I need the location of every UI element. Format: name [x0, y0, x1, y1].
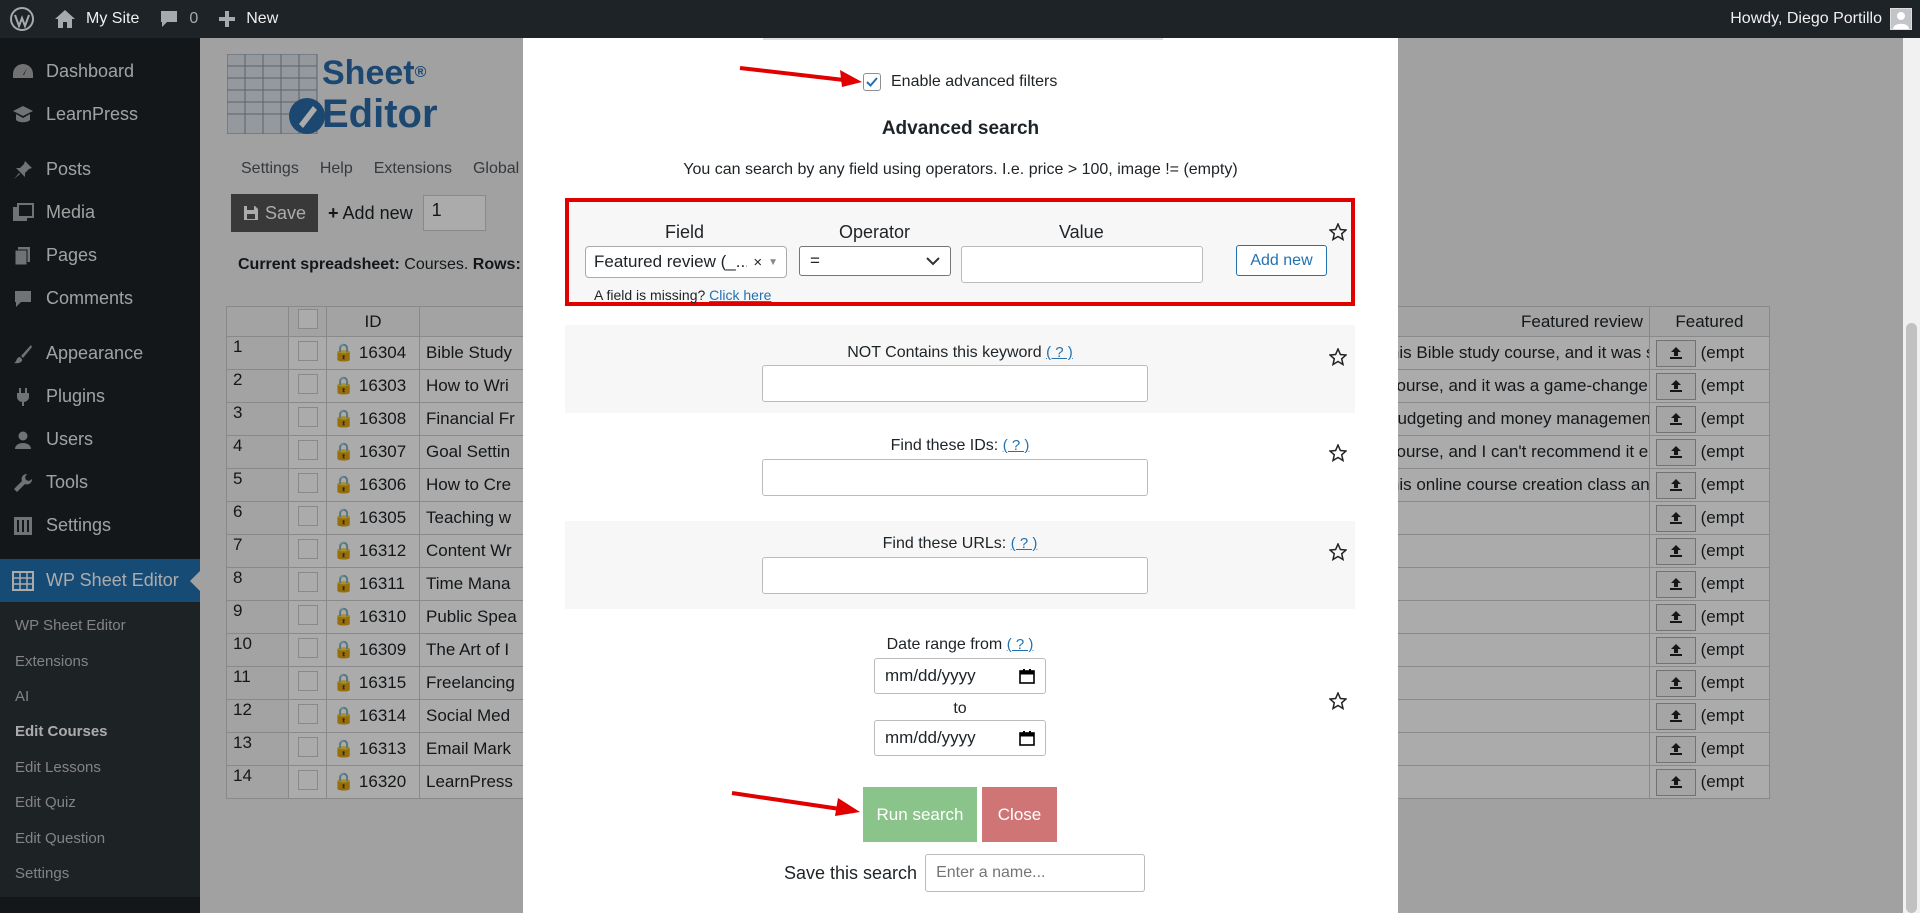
advanced-search-modal: Enable advanced filters Advanced search …	[523, 38, 1398, 913]
enable-advanced-filters-label: Enable advanced filters	[891, 73, 1058, 90]
field-operator-value-row: Field Operator Value Featured review (_.…	[565, 198, 1355, 306]
enable-advanced-filters-checkbox[interactable]	[863, 73, 881, 91]
star-icon[interactable]	[1329, 543, 1347, 561]
field-select-value: Featured review (_...	[594, 252, 748, 271]
operator-label: Operator	[839, 222, 911, 242]
help-link[interactable]: ( ? )	[1046, 344, 1073, 361]
avatar	[1890, 8, 1912, 30]
comments-link[interactable]: 0	[149, 0, 208, 38]
new-content-link[interactable]: New	[208, 0, 288, 38]
new-label: New	[246, 10, 279, 27]
find-urls-textarea[interactable]	[762, 557, 1148, 594]
modal-top-edge	[763, 38, 1163, 40]
save-search-label: Save this search	[784, 862, 918, 883]
not-contains-label: NOT Contains this keyword ( ? )	[847, 344, 1073, 361]
operator-select[interactable]: =	[799, 246, 951, 276]
field-missing-link[interactable]: Click here	[709, 287, 771, 303]
calendar-icon[interactable]	[1019, 668, 1035, 684]
star-icon[interactable]	[1329, 223, 1347, 241]
help-link[interactable]: ( ? )	[1007, 636, 1034, 653]
wordpress-logo-button[interactable]	[0, 0, 44, 38]
chevron-down-icon	[926, 257, 940, 266]
page-scrollbar[interactable]	[1903, 38, 1920, 913]
dropdown-arrow-icon: ▼	[768, 256, 778, 268]
admin-bar: My Site 0 New Howdy, Diego Portillo	[0, 0, 1920, 38]
run-search-button[interactable]: Run search	[863, 787, 977, 842]
add-new-condition-button[interactable]: Add new	[1236, 245, 1327, 276]
greeting: Howdy, Diego Portillo	[1730, 10, 1882, 27]
find-ids-panel: Find these IDs: ( ? )	[565, 430, 1355, 504]
operator-select-value: =	[810, 251, 820, 270]
help-link[interactable]: ( ? )	[1011, 535, 1038, 552]
home-icon	[55, 10, 75, 28]
help-link[interactable]: ( ? )	[1003, 437, 1030, 454]
advanced-search-description: You can search by any field using operat…	[683, 161, 1238, 178]
site-name-link[interactable]: My Site	[44, 0, 149, 38]
save-search-name-input[interactable]: Enter a name...	[925, 854, 1146, 892]
find-urls-label: Find these URLs: ( ? )	[882, 535, 1038, 552]
annotation-arrow-run-search	[731, 791, 860, 816]
not-contains-panel: NOT Contains this keyword ( ? )	[565, 325, 1355, 413]
star-icon[interactable]	[1329, 692, 1347, 710]
date-to-label: to	[953, 700, 967, 717]
wordpress-icon	[10, 7, 34, 31]
checkmark-icon	[866, 77, 878, 87]
find-ids-label: Find these IDs: ( ? )	[890, 437, 1030, 454]
star-icon[interactable]	[1329, 444, 1347, 462]
date-range-label: Date range from ( ? )	[886, 636, 1034, 653]
field-select[interactable]: Featured review (_... × ▼	[585, 246, 787, 278]
annotation-arrow-advanced-filters	[739, 66, 862, 87]
plus-icon	[219, 11, 236, 27]
enable-advanced-filters-toggle[interactable]: Enable advanced filters	[863, 73, 1057, 91]
value-label: Value	[1059, 222, 1104, 242]
value-input[interactable]	[961, 246, 1203, 283]
find-urls-panel: Find these URLs: ( ? )	[565, 521, 1355, 609]
date-from-input[interactable]: mm/dd/yyyy	[874, 658, 1046, 694]
star-icon[interactable]	[1329, 348, 1347, 366]
clear-selection-icon[interactable]: ×	[753, 254, 762, 271]
not-contains-input[interactable]	[762, 365, 1148, 402]
scrollbar-thumb[interactable]	[1906, 323, 1917, 913]
save-search-row: Save this search Enter a name...	[784, 854, 1146, 892]
field-label: Field	[665, 222, 705, 242]
calendar-icon[interactable]	[1019, 730, 1035, 746]
advanced-search-title: Advanced search	[881, 118, 1040, 139]
comment-bubble-icon	[161, 11, 178, 27]
comments-count: 0	[189, 10, 199, 27]
account-menu[interactable]: Howdy, Diego Portillo	[1730, 0, 1912, 38]
field-missing-note: A field is missing? Click here	[594, 287, 772, 303]
find-ids-textarea[interactable]	[762, 459, 1148, 496]
site-name: My Site	[86, 10, 140, 27]
date-to-input[interactable]: mm/dd/yyyy	[874, 720, 1046, 756]
close-button[interactable]: Close	[982, 787, 1057, 842]
